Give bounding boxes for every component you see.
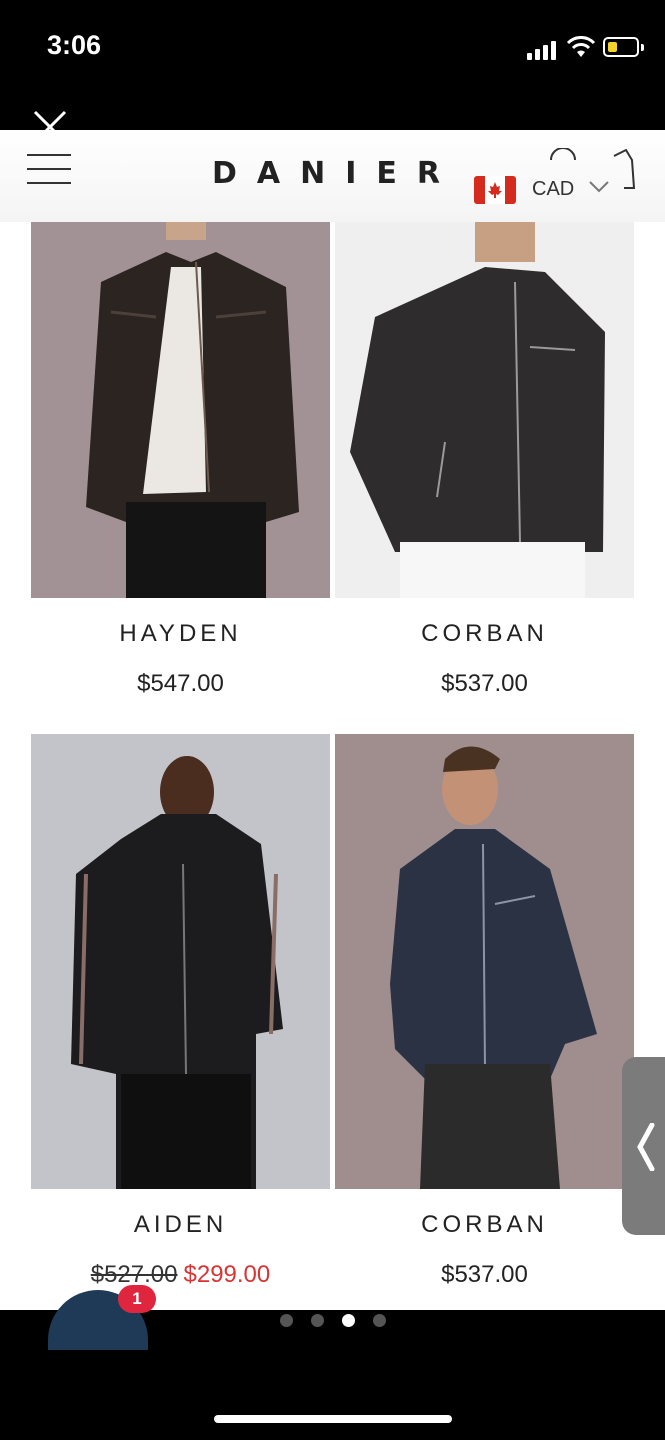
brand-logo[interactable]: DANIER (212, 156, 460, 191)
notification-badge: 1 (118, 1285, 156, 1313)
menu-icon[interactable] (27, 154, 71, 188)
product-card[interactable]: CORBAN $537.00 (335, 734, 634, 1310)
product-image[interactable] (335, 222, 634, 598)
product-image[interactable] (31, 734, 330, 1189)
chevron-left-icon (637, 1123, 655, 1171)
close-icon[interactable] (33, 110, 67, 144)
shopping-bag-icon[interactable] (604, 148, 640, 192)
page-dot[interactable] (311, 1314, 324, 1327)
search-icon[interactable] (548, 148, 578, 168)
side-drawer-tab[interactable] (622, 1057, 665, 1235)
product-card[interactable]: AIDEN $527.00 $299.00 (31, 734, 330, 1310)
product-price-line: $527.00 $299.00 (31, 1261, 330, 1289)
original-price: $527.00 (90, 1261, 178, 1288)
home-indicator[interactable] (214, 1415, 452, 1423)
currency-selector[interactable]: CAD (532, 178, 574, 201)
canada-flag-icon[interactable] (474, 176, 516, 204)
product-name[interactable]: AIDEN (31, 1211, 330, 1239)
page-dot[interactable] (373, 1314, 386, 1327)
product-card[interactable]: CORBAN $537.00 (335, 222, 634, 722)
status-bar: 3:06 (0, 0, 665, 130)
page-dot-active[interactable] (342, 1314, 355, 1327)
app-header: DANIER CAD (0, 130, 665, 223)
product-name[interactable]: HAYDEN (31, 620, 330, 648)
sale-price: $299.00 (183, 1261, 271, 1288)
product-image[interactable] (31, 222, 330, 598)
product-price: $537.00 (441, 1261, 528, 1288)
page-indicator (270, 1312, 400, 1332)
product-name[interactable]: CORBAN (335, 620, 634, 648)
cellular-signal-icon (527, 40, 559, 60)
page-dot[interactable] (280, 1314, 293, 1327)
product-image[interactable] (335, 734, 634, 1189)
product-price: $547.00 (137, 670, 224, 697)
product-price: $537.00 (441, 670, 528, 697)
product-card[interactable]: HAYDEN $547.00 (31, 222, 330, 722)
wifi-icon (566, 36, 596, 57)
product-grid: HAYDEN $547.00 CORBAN $537.00 AIDEN $527… (0, 222, 665, 1310)
battery-icon (603, 37, 639, 57)
product-name[interactable]: CORBAN (335, 1211, 634, 1239)
status-time: 3:06 (47, 30, 102, 60)
